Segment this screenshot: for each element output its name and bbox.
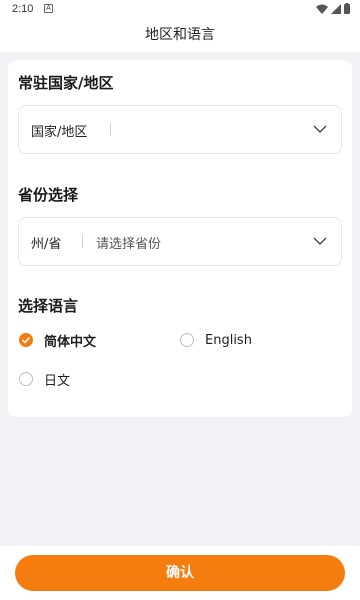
language-section-title: 选择语言 — [18, 297, 79, 315]
settings-card: 常驻国家/地区 国家/地区 省份选择 州/省 请选择省份 选择语言 简体中文 E… — [8, 60, 352, 417]
status-icons — [316, 3, 350, 14]
wifi-icon — [316, 4, 328, 14]
divider — [82, 235, 83, 248]
battery-icon — [344, 3, 350, 14]
province-section-title: 省份选择 — [18, 186, 79, 204]
radio-unchecked-icon[interactable] — [19, 372, 33, 386]
chevron-down-icon — [313, 237, 327, 245]
status-time: 2:10 — [12, 3, 34, 15]
language-option-label: 日文 — [44, 373, 71, 389]
country-select-prefix: 国家/地区 — [31, 125, 88, 140]
province-select[interactable]: 州/省 请选择省份 — [18, 217, 342, 266]
province-select-prefix: 州/省 — [31, 237, 62, 252]
language-option-label: 简体中文 — [44, 334, 97, 350]
chevron-down-icon — [313, 125, 327, 133]
signal-icon — [331, 3, 341, 14]
language-option-en[interactable]: English — [180, 330, 252, 350]
page-title: 地区和语言 — [145, 27, 215, 43]
radio-checked-icon[interactable] — [19, 333, 33, 347]
app-bar: 地区和语言 — [0, 18, 360, 52]
language-option-label: English — [205, 332, 252, 348]
language-option-ja[interactable]: 日文 — [19, 369, 70, 389]
country-select[interactable]: 国家/地区 — [18, 105, 342, 154]
app-notification-icon: A — [44, 4, 53, 13]
status-bar: 2:10 A — [0, 0, 360, 18]
province-select-placeholder: 请选择省份 — [96, 237, 162, 252]
radio-unchecked-icon[interactable] — [180, 333, 194, 347]
confirm-button[interactable]: 确认 — [15, 555, 345, 591]
country-section-title: 常驻国家/地区 — [18, 74, 114, 92]
divider — [110, 123, 111, 136]
language-option-zh[interactable]: 简体中文 — [19, 330, 96, 350]
